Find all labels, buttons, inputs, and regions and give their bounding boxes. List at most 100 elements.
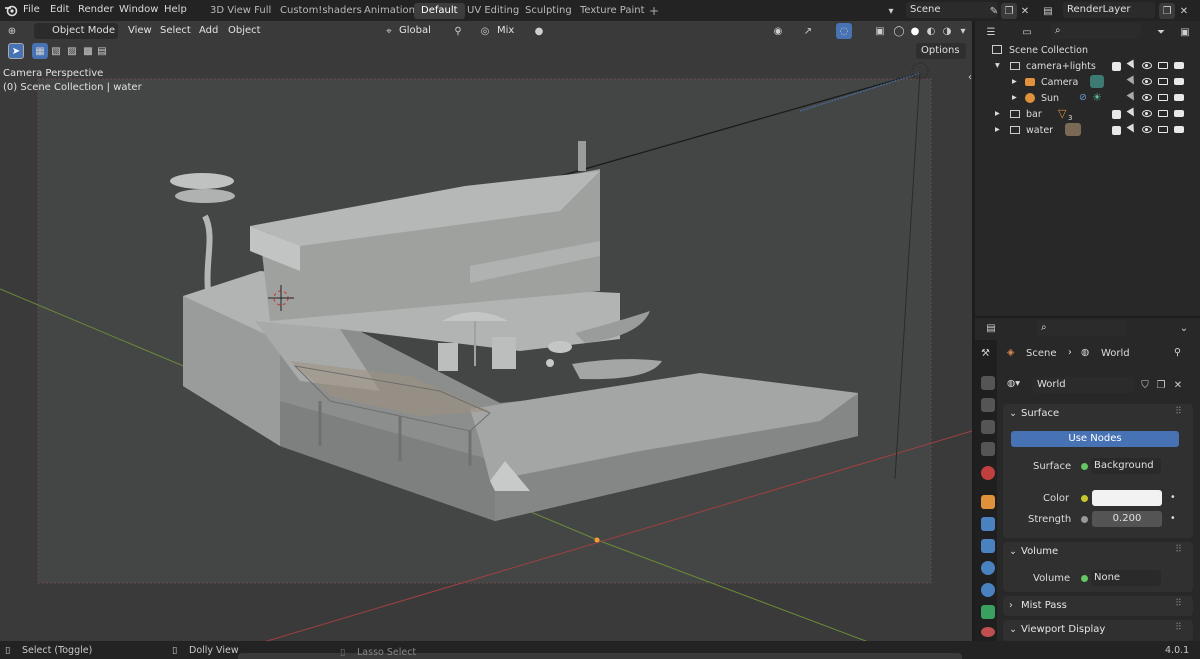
selectable-icon[interactable] (1126, 59, 1138, 71)
selectable-icon[interactable] (1126, 123, 1138, 135)
menu-object[interactable]: Object (228, 25, 261, 36)
outliner-row-camera[interactable]: ▸ Camera (975, 74, 1200, 90)
eye-icon[interactable] (1142, 78, 1152, 85)
properties-editor-icon[interactable]: ▤ (983, 320, 999, 336)
new-layer-icon[interactable]: ❐ (1159, 3, 1175, 19)
use-nodes-button[interactable]: Use Nodes (1011, 431, 1179, 447)
drag-handle-icon[interactable]: ⠿ (1175, 598, 1182, 609)
properties-options-icon[interactable]: ⌄ (1176, 320, 1192, 336)
render-camera-icon[interactable] (1174, 62, 1184, 69)
outliner-row-bar[interactable]: ▸ bar ▽ 3 (975, 106, 1200, 122)
surface-panel-title[interactable]: Surface (1021, 408, 1059, 419)
monitor-icon[interactable] (1158, 62, 1168, 69)
delete-layer-icon[interactable]: ✕ (1176, 3, 1192, 19)
scene-tab-icon[interactable] (981, 442, 995, 456)
select-subtract-icon[interactable]: ▨ (64, 43, 80, 59)
monitor-icon[interactable] (1158, 94, 1168, 101)
select-box-mode-icon[interactable]: ▦ (32, 43, 48, 59)
physics-tab-icon[interactable] (981, 561, 995, 575)
modifier-tab-icon[interactable] (981, 517, 995, 531)
viewport-display-panel[interactable]: ⌄ Viewport Display ⠿ (1003, 620, 1193, 641)
world-name-field[interactable]: World (1032, 377, 1134, 393)
select-tool-icon[interactable]: ➤ (8, 43, 24, 59)
outliner-row-water[interactable]: ▸ water (975, 122, 1200, 138)
monitor-icon[interactable] (1158, 110, 1168, 117)
xray-icon[interactable]: ▣ (872, 23, 888, 39)
display-mode-icon[interactable]: ▭ (1019, 24, 1035, 40)
expand-arrow-icon[interactable]: ▸ (995, 108, 1000, 119)
selectable-icon[interactable] (1126, 91, 1138, 103)
view-layer-tab-icon[interactable] (981, 420, 995, 434)
expand-arrow-icon[interactable]: ▸ (1012, 76, 1017, 87)
keyframe-dot-icon[interactable]: • (1170, 513, 1176, 524)
object-tab-icon[interactable] (981, 495, 995, 509)
drag-handle-icon[interactable]: ⠿ (1175, 544, 1182, 555)
menu-add[interactable]: Add (199, 25, 218, 36)
output-tab-icon[interactable] (981, 398, 995, 412)
render-camera-icon[interactable] (1174, 126, 1184, 133)
wireframe-shading-icon[interactable]: ◯ (891, 23, 907, 39)
outliner-row-camera-lights[interactable]: ▾ camera+lights (975, 58, 1200, 74)
render-tab-icon[interactable] (981, 376, 995, 390)
strength-socket-icon[interactable] (1081, 516, 1088, 523)
menu-file[interactable]: File (23, 4, 40, 15)
eye-icon[interactable] (1142, 94, 1152, 101)
unlink-world-icon[interactable]: ✕ (1170, 377, 1186, 393)
menu-select[interactable]: Select (160, 25, 191, 36)
outliner-editor-icon[interactable]: ☰ (983, 24, 999, 40)
monitor-icon[interactable] (1158, 126, 1168, 133)
shading-dropdown-icon[interactable]: ▾ (955, 23, 971, 39)
eye-icon[interactable] (1142, 126, 1152, 133)
pivot-icon[interactable]: ⚲ (450, 23, 466, 39)
3d-viewport[interactable]: ⊕ Object Mode View Select Add Object ⌖ G… (0, 21, 972, 641)
collapse-arrow-icon[interactable]: ⌄ (1009, 546, 1017, 557)
visibility-icon[interactable]: ◉ (770, 23, 786, 39)
world-tab-icon[interactable] (981, 466, 995, 480)
strength-value-field[interactable]: 0.200 (1092, 511, 1162, 527)
constraints-tab-icon[interactable] (981, 583, 995, 597)
options-dropdown[interactable]: Options (916, 43, 966, 59)
color-socket-icon[interactable] (1081, 495, 1088, 502)
material-shading-icon[interactable]: ◐ (923, 23, 939, 39)
viewport-display-panel-title[interactable]: Viewport Display (1021, 624, 1105, 635)
render-camera-icon[interactable] (1174, 78, 1184, 85)
outliner-search[interactable]: ⌕ (1051, 23, 1141, 39)
collapse-arrow-icon[interactable]: ⌄ (1009, 408, 1017, 419)
menu-edit[interactable]: Edit (50, 4, 69, 15)
new-scene-icon[interactable]: ❐ (1001, 3, 1017, 19)
scene-name-field[interactable]: Scene (906, 2, 998, 18)
color-swatch[interactable] (1092, 490, 1162, 506)
mist-pass-panel[interactable]: › Mist Pass ⠿ (1003, 596, 1193, 616)
keyframe-dot-icon[interactable]: • (1170, 492, 1176, 503)
eye-icon[interactable] (1142, 62, 1152, 69)
solid-shading-icon[interactable]: ● (907, 23, 923, 39)
duplicate-world-icon[interactable]: ❐ (1153, 377, 1169, 393)
render-camera-icon[interactable] (1174, 94, 1184, 101)
surface-shader-field[interactable]: Background (1091, 458, 1161, 474)
add-workspace-button[interactable]: + (642, 3, 666, 19)
tab-3d-view-full[interactable]: 3D View Full (203, 3, 278, 19)
data-tab-icon[interactable] (981, 605, 995, 619)
tab-texture-paint[interactable]: Texture Paint (573, 3, 652, 19)
selectable-icon[interactable] (1126, 75, 1138, 87)
volume-shader-field[interactable]: None (1091, 570, 1161, 586)
overlays-icon[interactable]: ◌ (836, 23, 852, 39)
expand-arrow-icon[interactable]: ▾ (995, 60, 1000, 71)
blender-logo-icon[interactable] (4, 3, 18, 17)
expand-arrow-icon[interactable]: › (1009, 600, 1013, 611)
snap-icon[interactable]: ◎ (477, 23, 493, 39)
editor-type-icon[interactable]: ⊕ (4, 23, 20, 39)
drag-handle-icon[interactable]: ⠿ (1175, 406, 1182, 417)
render-layer-field[interactable]: RenderLayer (1063, 2, 1155, 18)
mist-pass-panel-title[interactable]: Mist Pass (1021, 600, 1067, 611)
tab-animation[interactable]: Animation (357, 3, 422, 19)
proportional-edit-icon[interactable]: ● (531, 23, 547, 39)
drag-handle-icon[interactable]: ⠿ (1175, 622, 1182, 633)
particles-tab-icon[interactable] (981, 539, 995, 553)
transform-orientation-dropdown[interactable]: Global (399, 25, 431, 36)
menu-help[interactable]: Help (164, 4, 187, 15)
scene-selector-icon[interactable]: ▾ (883, 3, 899, 19)
pin-icon[interactable]: ✎ (986, 3, 1002, 19)
snap-mode-dropdown[interactable]: Mix (497, 25, 514, 36)
volume-socket-icon[interactable] (1081, 575, 1088, 582)
